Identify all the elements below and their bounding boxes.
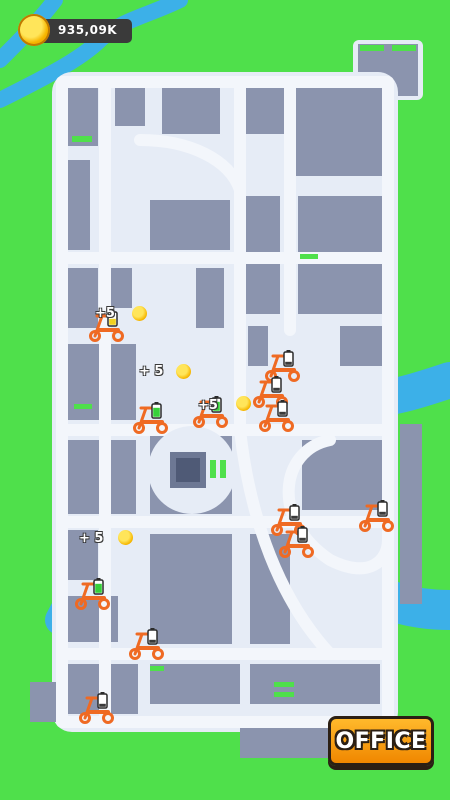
reward-label: + 5 <box>139 364 164 379</box>
office-button-label: OFFICE <box>335 728 427 754</box>
battery-icon <box>271 376 282 393</box>
coin-icon <box>132 306 147 321</box>
reward-label: +5 <box>95 306 115 321</box>
battery-icon <box>151 402 162 419</box>
coin-counter: 935,09K <box>14 10 132 50</box>
central-hub <box>148 426 236 514</box>
battery-icon <box>93 578 104 595</box>
coin-amount: 935,09K <box>58 23 118 37</box>
battery-icon <box>97 692 108 709</box>
coin-icon <box>176 364 191 379</box>
coin-icon <box>118 530 133 545</box>
gold-coin-icon <box>18 14 50 46</box>
battery-icon <box>277 400 288 417</box>
reward-label: + 5 <box>79 531 104 546</box>
reward-label: +5 <box>198 398 218 413</box>
battery-icon <box>283 350 294 367</box>
city-map <box>0 0 450 758</box>
battery-icon <box>377 500 388 517</box>
office-button[interactable]: OFFICE <box>328 716 434 766</box>
battery-icon <box>289 504 300 521</box>
battery-icon <box>147 628 158 645</box>
coin-icon <box>236 396 251 411</box>
battery-icon <box>297 526 308 543</box>
